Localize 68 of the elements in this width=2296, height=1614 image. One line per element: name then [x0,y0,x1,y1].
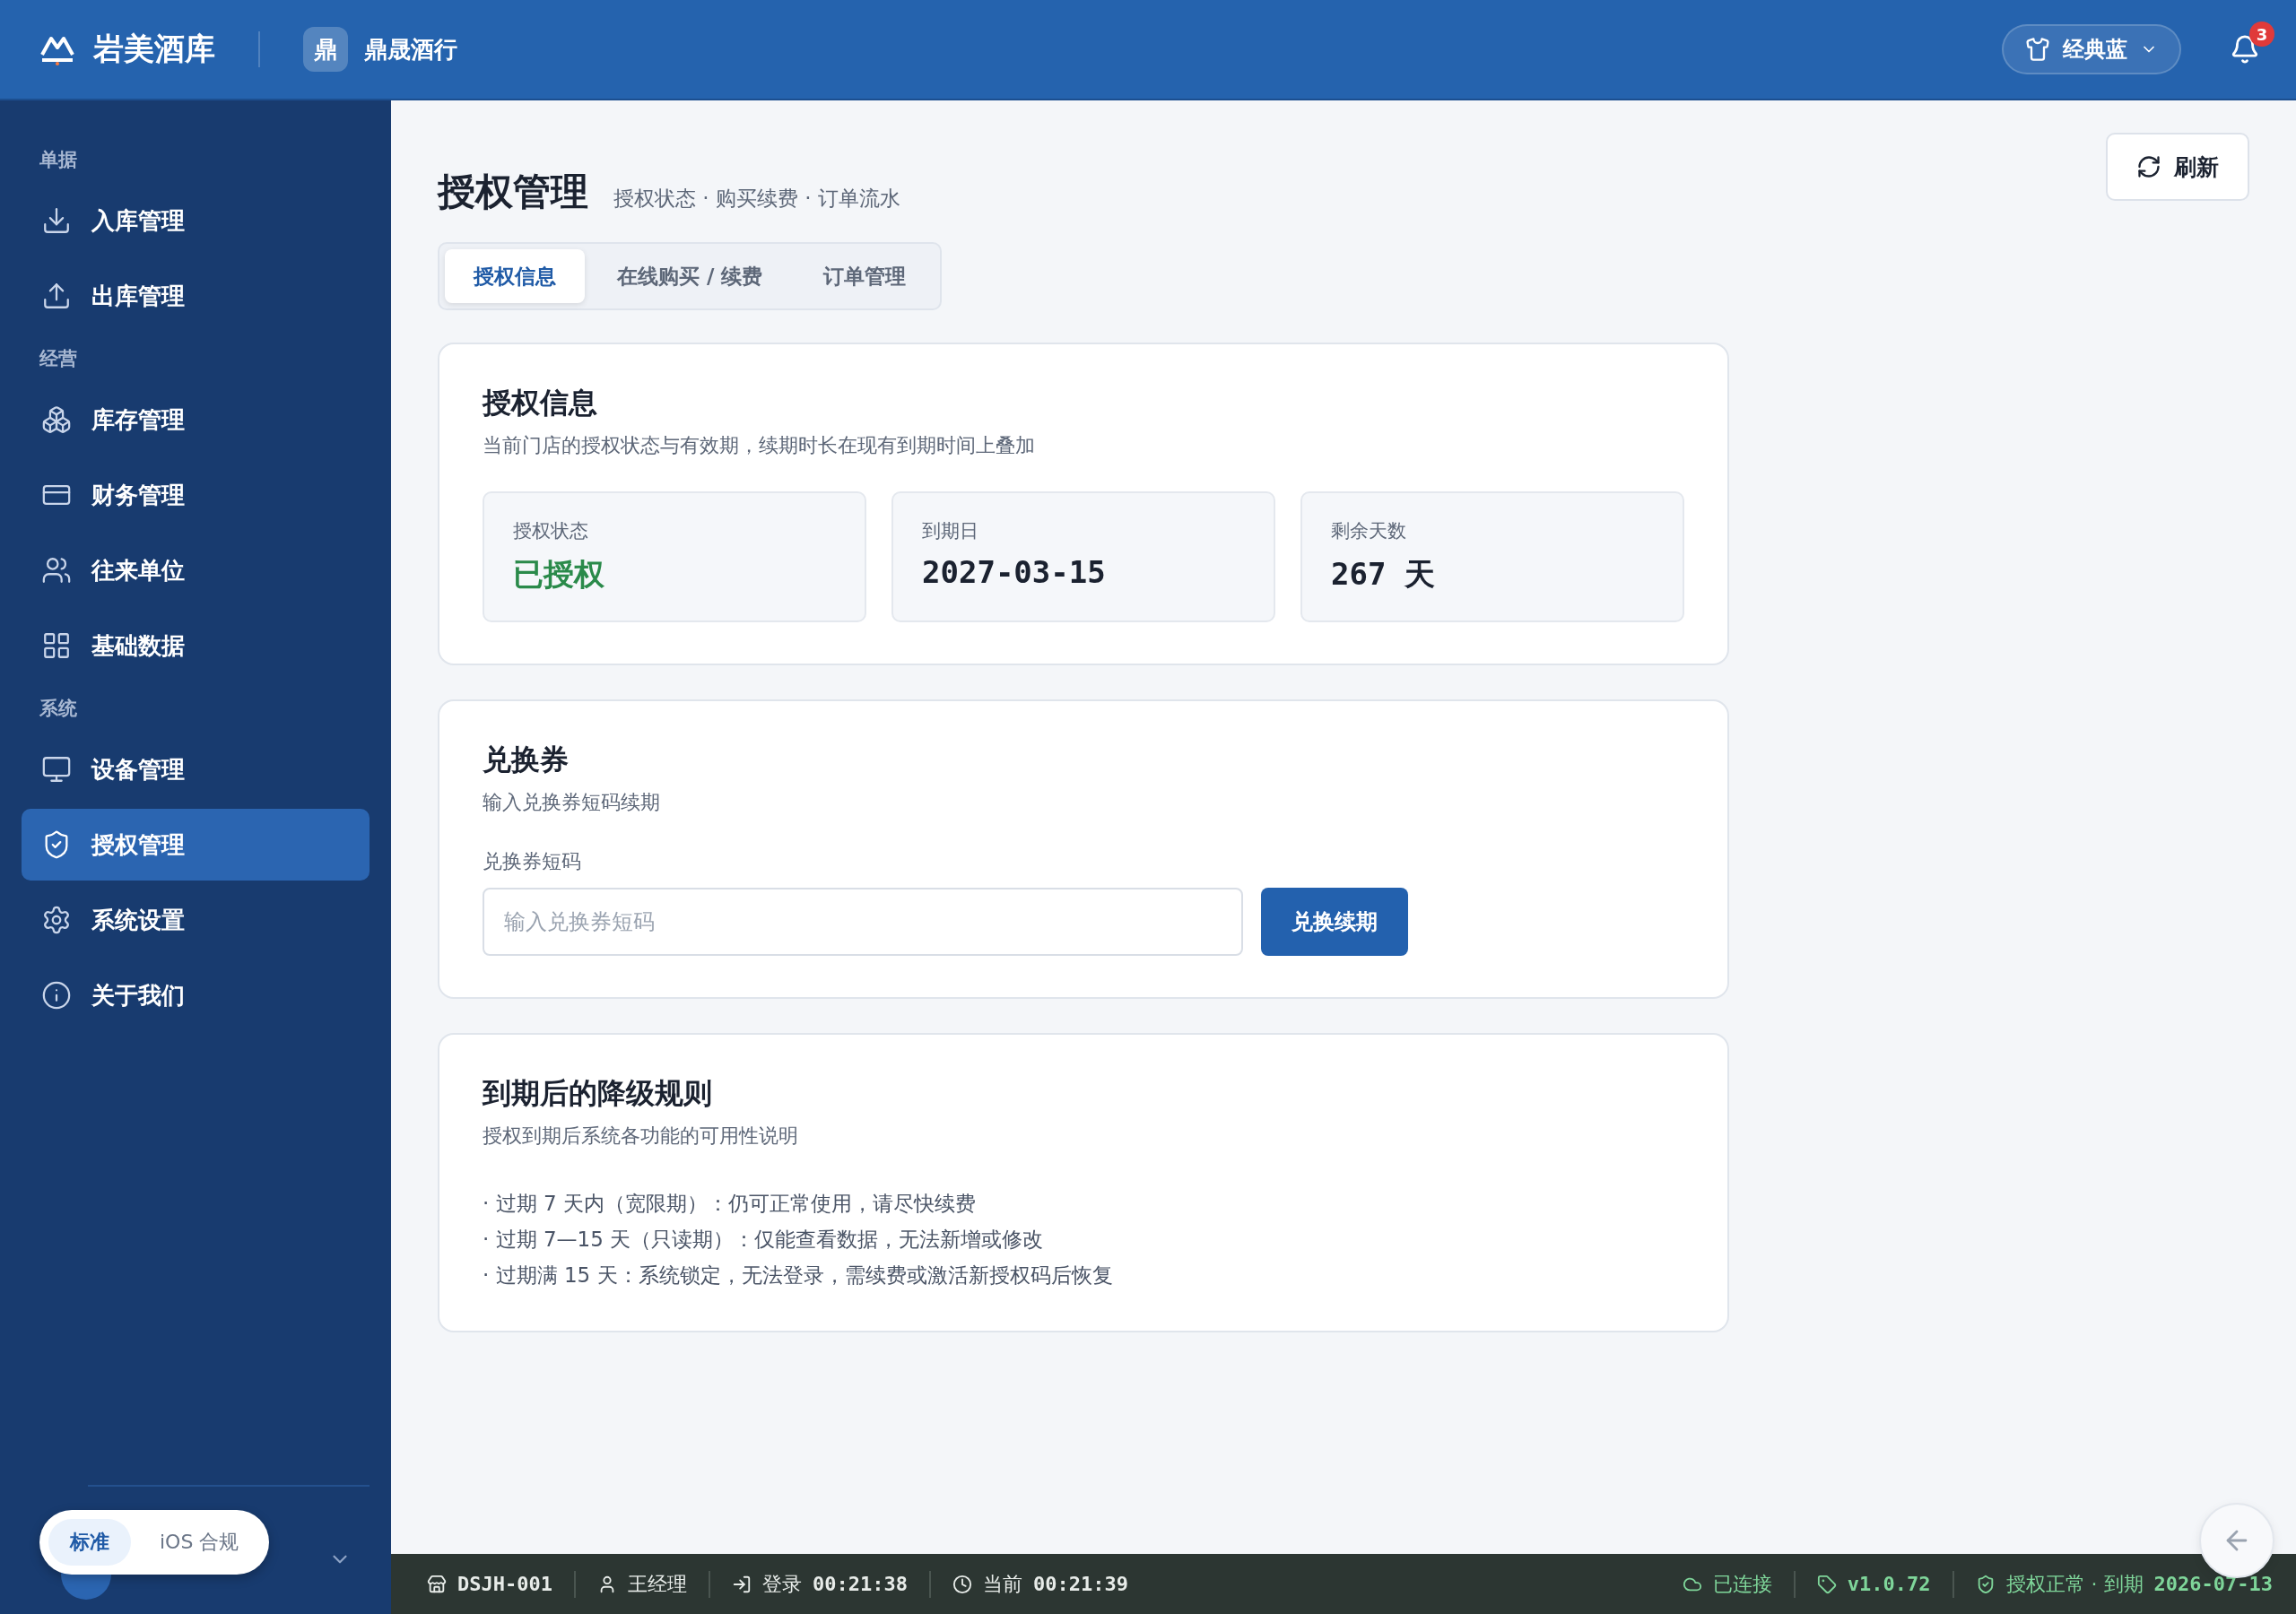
card-description: 授权到期后系统各功能的可用性说明 [483,1124,799,1149]
sidebar-item[interactable]: 系统设置 [22,884,370,956]
notification-count: 3 [2249,22,2274,47]
shirt-icon [2025,37,2050,62]
sidebar-item[interactable]: 入库管理 [22,185,370,256]
download-icon [41,205,72,236]
rule-text: · 过期满 15 天：系统锁定，无法登录，需续费或激活新授权码后恢复 [483,1263,1114,1289]
sidebar-item[interactable]: 出库管理 [22,260,370,332]
refresh-icon [2136,154,2161,179]
store-name: 鼎晟酒行 [364,34,457,65]
mode-option[interactable]: 标准 [48,1519,131,1566]
users-icon [41,555,72,586]
sidebar-item[interactable]: 库存管理 [22,384,370,456]
card-description: 当前门店的授权状态与有效期，续期时长在现有到期时间上叠加 [483,433,1036,458]
rule-text: · 过期 7 天内（宽限期）：仍可正常使用，请尽快续费 [483,1191,977,1217]
status-value: DSJH-001 [457,1573,552,1595]
tab[interactable]: 在线购买 / 续费 [588,249,792,303]
stat-value: 2027-03-15 [922,554,1107,590]
mode-option[interactable]: iOS 合规 [138,1519,261,1566]
stat-label: 到期日 [922,519,979,543]
app-name: 岩美酒库 [93,30,215,68]
sidebar-section-title: 系统 [39,697,78,721]
tag-icon [1816,1574,1837,1594]
rule-text: · 过期 7—15 天（只读期）：仅能查看数据，无法新增或修改 [483,1227,1045,1253]
grid-icon [41,630,72,661]
card-description: 输入兑换券短码续期 [483,790,661,815]
status-text: 当前 [982,1571,1022,1597]
sidebar-section-title: 单据 [39,148,78,172]
stat-value: 267 天 [1331,555,1436,594]
card-title: 兑换券 [483,742,570,778]
card-title: 到期后的降级规则 [483,1075,713,1112]
status-value: 00:21:39 [1032,1573,1128,1595]
sidebar-item[interactable]: 设备管理 [22,733,370,805]
tab[interactable]: 订单管理 [795,249,935,303]
status-value: 2026-07-13 [2153,1573,2273,1595]
tab[interactable]: 授权信息 [445,249,585,303]
page-title: 授权管理 [438,169,588,215]
status-text: 授权正常 · 到期 [2005,1571,2144,1597]
voucher-code-input-field[interactable]: 输入兑换券短码 [483,888,1243,956]
info-icon [41,980,72,1011]
stat-label: 授权状态 [513,519,589,543]
sidebar-item[interactable]: 关于我们 [22,959,370,1031]
status-text: 王经理 [627,1571,687,1597]
card-title: 授权信息 [483,385,598,421]
field-label: 兑换券短码 [483,849,582,874]
login-icon [731,1574,752,1594]
store-icon [427,1574,447,1594]
sidebar-item[interactable]: 财务管理 [22,459,370,531]
page-subtitle: 授权状态 · 购买续费 · 订单流水 [613,186,900,212]
stat-value: 已授权 [513,555,605,594]
redeem-button[interactable]: 兑换续期 [1261,888,1408,956]
status-text: 已连接 [1712,1571,1772,1597]
sidebar-section-title: 经营 [39,347,78,371]
settings-icon [41,905,72,935]
monitor-icon [41,754,72,785]
status-value: v1.0.72 [1847,1573,1931,1595]
boxes-icon [41,404,72,435]
clock-icon [952,1574,972,1594]
sidebar-item[interactable]: 授权管理 [22,809,370,881]
status-text: 登录 [761,1571,802,1597]
refresh-button[interactable]: 刷新 [2106,133,2249,201]
status-value: 00:21:38 [812,1573,908,1595]
theme-button[interactable]: 经典蓝 [2002,24,2181,74]
sidebar-item[interactable]: 基础数据 [22,610,370,681]
sidebar-item[interactable]: 往来单位 [22,534,370,606]
stat-label: 剩余天数 [1331,519,1407,543]
store-badge: 鼎 [303,27,348,72]
upload-icon [41,281,72,311]
